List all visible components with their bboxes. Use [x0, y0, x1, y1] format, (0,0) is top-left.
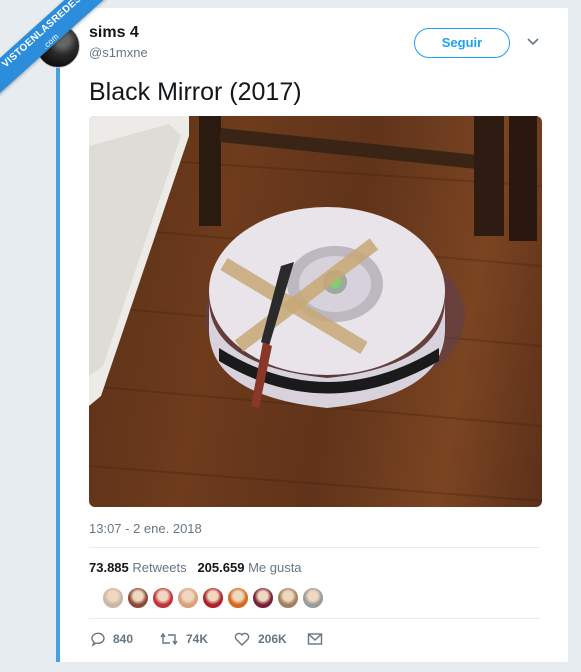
liker-avatar[interactable]	[201, 586, 225, 610]
engagement-stats: 73.885 Retweets 205.659 Me gusta	[89, 560, 302, 575]
chevron-down-icon[interactable]	[526, 36, 540, 48]
retweets-label[interactable]: Retweets	[132, 560, 186, 575]
divider	[89, 547, 540, 548]
reply-icon	[91, 632, 105, 647]
liker-avatar[interactable]	[276, 586, 300, 610]
divider	[89, 618, 540, 619]
likes-count[interactable]: 205.659	[197, 560, 244, 575]
liker-avatar[interactable]	[151, 586, 175, 610]
user-handle[interactable]: @s1mxne	[89, 45, 148, 60]
action-bar: 840 74K 206K	[89, 629, 349, 649]
liker-avatars[interactable]	[101, 586, 325, 610]
reply-button[interactable]: 840	[89, 629, 133, 649]
liker-avatar[interactable]	[226, 586, 250, 610]
liker-avatar[interactable]	[101, 586, 125, 610]
retweet-icon	[160, 632, 178, 646]
reply-count: 840	[113, 632, 134, 646]
liker-avatar[interactable]	[251, 586, 275, 610]
like-button[interactable]: 206K	[234, 629, 287, 649]
liker-avatar[interactable]	[301, 586, 325, 610]
retweet-button[interactable]: 74K	[160, 629, 208, 649]
likes-label[interactable]: Me gusta	[248, 560, 301, 575]
direct-message-button[interactable]	[307, 629, 323, 649]
retweets-count[interactable]: 73.885	[89, 560, 129, 575]
follow-button[interactable]: Seguir	[414, 28, 510, 58]
liker-avatar[interactable]	[126, 586, 150, 610]
heart-icon	[234, 632, 250, 646]
tweet-timestamp[interactable]: 13:07 - 2 ene. 2018	[89, 521, 202, 536]
tweet-text: Black Mirror (2017)	[89, 78, 302, 106]
tweet-photo[interactable]	[89, 116, 542, 507]
liker-avatar[interactable]	[176, 586, 200, 610]
envelope-icon	[307, 633, 323, 645]
display-name[interactable]: sims 4	[89, 24, 139, 42]
retweet-count: 74K	[186, 632, 209, 646]
photo-image	[89, 116, 542, 502]
like-count: 206K	[258, 632, 287, 646]
